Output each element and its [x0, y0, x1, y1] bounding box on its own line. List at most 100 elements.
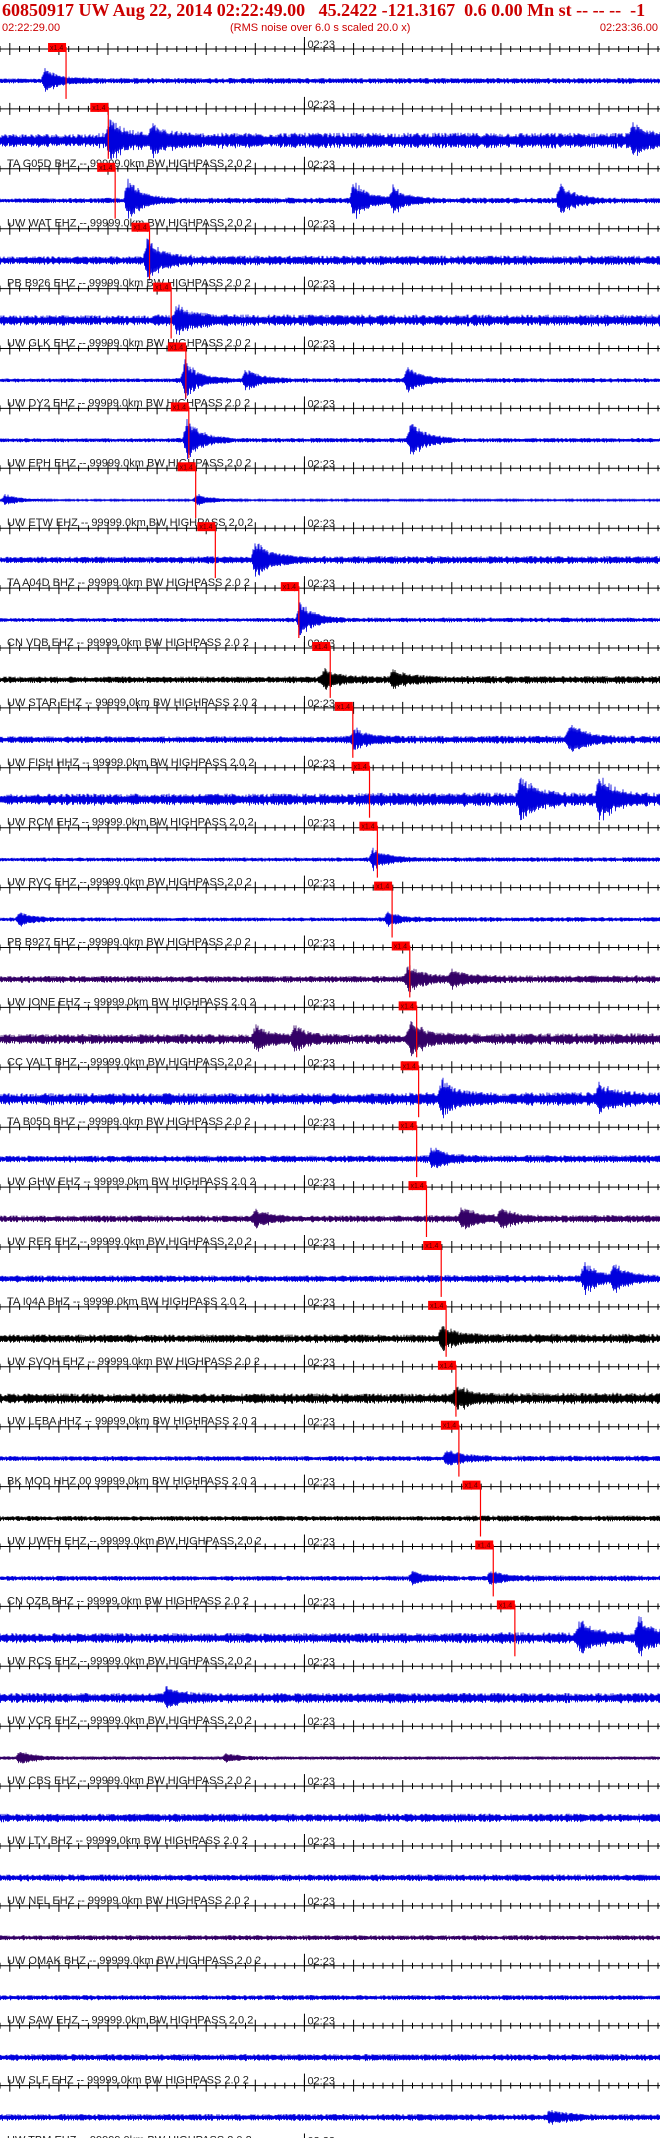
waveform: [0, 1935, 660, 1941]
station-label: UW DY2 EHZ -- 99999.0km BW HIGHPASS 2.0 …: [7, 397, 250, 409]
station-label: UW LEBA HHZ -- 99999.0km BW HIGHPASS 2.0…: [7, 1416, 257, 1428]
station-label: UW SVOH EHZ -- 99999.0km BW HIGHPASS 2.0…: [7, 1356, 260, 1368]
station-label: UW RVC EHZ -- 99999.0km BW HIGHPASS 2.0 …: [7, 877, 252, 889]
station-label: UW RER EHZ -- 99999.0km BW HIGHPASS 2.0 …: [7, 1236, 252, 1248]
end-time-label: 02:23:36.00: [599, 22, 658, 34]
minute-label: 02:23: [307, 997, 335, 1009]
minute-label: 02:23: [307, 1117, 335, 1129]
pick-label: x1.4: [443, 1423, 456, 1430]
waveform: [0, 543, 660, 577]
pick-label: x1.4: [430, 1303, 443, 1310]
minute-label: 02:23: [307, 1537, 335, 1549]
waveform: [0, 724, 660, 752]
pick-label: x1.4: [410, 1183, 423, 1190]
minute-label: 02:23: [307, 1057, 335, 1069]
waveform: [0, 602, 660, 636]
waveform: [0, 238, 660, 281]
pick-label: x1.4: [464, 1483, 477, 1490]
waveform: [0, 1262, 660, 1296]
station-label: UW LTY BHZ -- 99999.0km BW HIGHPASS 2.0 …: [7, 1835, 248, 1847]
waveform: [0, 2054, 660, 2062]
pick-label: x1.4: [173, 404, 186, 411]
pick-label: x1.4: [354, 764, 367, 771]
plot-header: 60850917 UW Aug 22, 2014 02:22:49.00 45.…: [0, 0, 660, 34]
station-label: UW GHW EHZ -- 99999.0km BW HIGHPASS 2.0 …: [7, 1176, 256, 1188]
station-label: TA B05D BHZ -- 99999.0km BW HIGHPASS 2.0…: [7, 1116, 251, 1128]
minute-label: 02:23: [307, 1417, 335, 1429]
waveform: [0, 493, 660, 506]
minute-label: 02:23: [307, 578, 335, 590]
pick-label: x1.4: [199, 524, 212, 531]
minute-label: 02:23: [307, 219, 335, 231]
station-label: UW EPH EHZ -- 99999.0km BW HIGHPASS 2.0 …: [7, 457, 251, 469]
minute-label: 02:23: [307, 1477, 335, 1489]
pick-label: x1.4: [394, 944, 407, 951]
pick-label: x1.4: [477, 1543, 490, 1550]
pick-label: x1.4: [403, 1063, 416, 1070]
minute-label: 02:23: [307, 1896, 335, 1908]
pick-label: x1.4: [155, 285, 168, 292]
waveform: [0, 1570, 660, 1586]
station-label: CN OZB BHZ -- 99999.0km BW HIGHPASS 2.0 …: [7, 1595, 249, 1607]
station-label: UW RCS EHZ -- 99999.0km BW HIGHPASS 2.0 …: [7, 1655, 252, 1667]
waveform: [0, 1021, 660, 1057]
pick-label: x1.4: [376, 884, 389, 891]
station-label: UW OMAK BHZ -- 99999.0km BW HIGHPASS 2.0…: [7, 1955, 261, 1967]
minute-label: 02:23: [307, 518, 335, 530]
station-label: UW IONE EHZ -- 99999.0km BW HIGHPASS 2.0…: [7, 996, 256, 1008]
minute-label: 02:23: [307, 1297, 335, 1309]
minute-label: 02:23: [307, 878, 335, 890]
pick-label: x1.4: [134, 225, 147, 232]
pick-label: x1.4: [440, 1363, 453, 1370]
minute-label: 02:23: [307, 938, 335, 950]
station-label: UW STAR EHZ -- 99999.0km BW HIGHPASS 2.0…: [7, 697, 257, 709]
waveform: [0, 1147, 660, 1169]
waveform: [0, 1077, 660, 1119]
waveform: [0, 2109, 660, 2125]
waveform: [0, 1813, 660, 1823]
waveform: [0, 304, 660, 336]
rms-note: (RMS noise over 6.0 s scaled 20.0 x): [230, 22, 411, 34]
station-label: CC VALT BHZ -- 99999.0km BW HIGHPASS 2.0…: [7, 1056, 252, 1068]
pick-label: x1.4: [361, 824, 374, 831]
waveform: [0, 1686, 660, 1709]
minute-label: 02:23: [307, 818, 335, 830]
station-label: UW TBM EHZ -- 99999.0km BW HIGHPASS 2.0 …: [7, 2135, 252, 2138]
waveform: [0, 965, 660, 993]
minute-label: 02:23: [307, 1357, 335, 1369]
waveform: [0, 1616, 660, 1657]
waveform: [0, 1515, 660, 1522]
pick-label: x1.4: [337, 704, 350, 711]
pick-label: x1.4: [50, 45, 63, 52]
station-label: TA A04D BHZ -- 99999.0km BW HIGHPASS 2.0…: [7, 577, 250, 589]
station-label: UW VCR EHZ -- 99999.0km BW HIGHPASS 2.0 …: [7, 1715, 252, 1727]
station-label: UW SLF EHZ -- 99999.0km BW HIGHPASS 2.0 …: [7, 2075, 249, 2087]
pick-label: x1.4: [401, 1003, 414, 1010]
pick-label: x1.4: [170, 345, 183, 352]
minute-label: 02:23: [307, 1956, 335, 1968]
waveform: [0, 777, 660, 821]
pick-label: x1.4: [99, 165, 112, 172]
station-label: UW FISH HHZ -- 99999.0km BW HIGHPASS 2.0…: [7, 757, 254, 769]
waveform: [0, 68, 660, 92]
minute-label: 02:23: [307, 458, 335, 470]
waveform: [0, 1325, 660, 1352]
station-label: TA I04A BHZ -- 99999.0km BW HIGHPASS 2.0…: [7, 1296, 245, 1308]
seismogram-plot: 02:23 02:23 02:23 02:23 02:23 02:23 02:23 02:23…: [0, 37, 660, 2138]
station-label: UW UWFH EHZ -- 99999.0km BW HIGHPASS 2.0…: [7, 1536, 262, 1548]
station-label: UW CBS EHZ -- 99999.0km BW HIGHPASS 2.0 …: [7, 1775, 251, 1787]
station-label: CN VDB EHZ -- 99999.0km BW HIGHPASS 2.0 …: [7, 637, 249, 649]
station-label: UW WAT EHZ -- 99999.0km BW HIGHPASS 2.0 …: [7, 218, 252, 230]
minute-label: 02:23: [307, 339, 335, 351]
minute-label: 02:23: [307, 99, 335, 111]
start-time-label: 02:22:29.00: [2, 22, 61, 34]
minute-label: 02:23: [307, 1596, 335, 1608]
minute-label: 02:23: [307, 1836, 335, 1848]
minute-label: 02:23: [307, 1177, 335, 1189]
minute-label: 02:23: [307, 1237, 335, 1249]
minute-label: 02:23: [307, 758, 335, 770]
waveform: [0, 1995, 660, 2001]
waveform: [0, 1386, 660, 1410]
pick-label: x1.4: [314, 644, 327, 651]
minute-label: 02:23: [307, 1716, 335, 1728]
